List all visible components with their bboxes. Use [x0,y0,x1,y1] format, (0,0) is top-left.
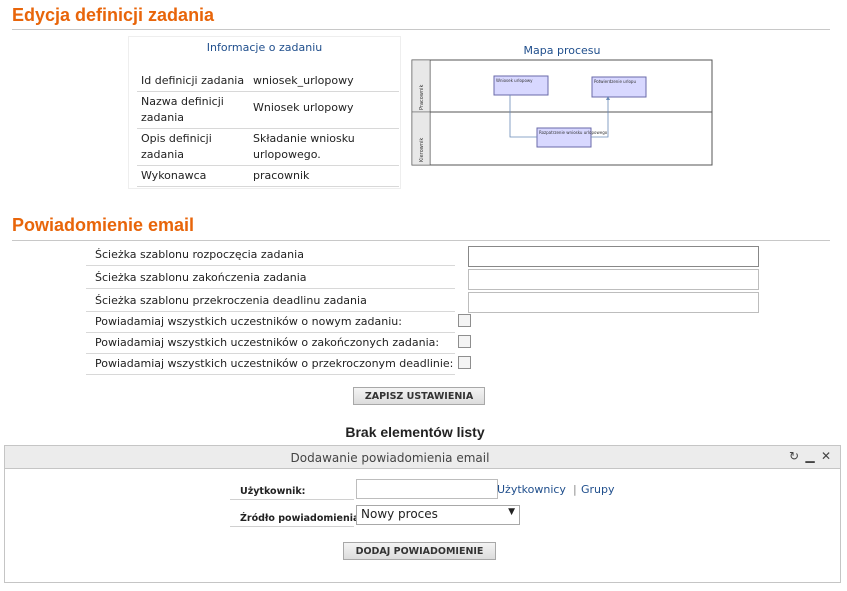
task-info-value: pracownik [249,165,399,187]
panel-header: Dodawanie powiadomienia email ↻ ▁ ✕ [5,446,840,469]
email-section-divider [12,240,830,241]
field-label: Ścieżka szablonu zakończenia zadania [95,271,307,284]
notify-finished-checkbox[interactable] [458,335,471,348]
field-label: Ścieżka szablonu rozpoczęcia zadania [95,248,304,261]
task-info-header: Informacje o zadaniu [206,41,323,54]
panel-tools: ↻ ▁ ✕ [786,449,834,463]
task-info-table: Id definicji zadania wniosek_urlopowy Na… [137,71,399,187]
task-info-row: Nazwa definicji zadania Wniosek urlopowy [137,91,399,129]
start-template-input[interactable] [468,246,759,267]
lane-label-bottom: Kierownik [419,138,425,162]
task-info-row: Opis definicji zadania Składanie wniosku… [137,128,399,166]
groups-link[interactable]: Grupy [581,483,615,496]
process-map-panel: Mapa procesu Pracownik Kierownik Wniosek… [410,40,714,181]
task-info-key: Opis definicji zadania [137,128,249,166]
field-label: Ścieżka szablonu przekroczenia deadlinu … [95,294,367,307]
task-info-panel: Informacje o zadaniu Id definicji zadani… [128,36,401,189]
process-node-potwierdzenie-label: Potwierdzenie urlopu [594,79,636,84]
task-info-key: Wykonawca [137,165,249,187]
source-select-value: Nowy proces [361,507,438,521]
deadline-template-input[interactable] [468,292,759,313]
process-node-wniosek-label: Wniosek urlopowy [496,78,533,83]
source-label: Źródło powiadomienia: [240,513,364,524]
task-info-value: wniosek_urlopowy [249,71,399,92]
link-separator: | [573,483,577,496]
form-row-notify-new: Powiadamiaj wszystkich uczestników o now… [86,310,455,333]
task-info-row: Id definicji zadania wniosek_urlopowy [137,71,399,92]
notify-deadline-checkbox[interactable] [458,356,471,369]
checkbox-label: Powiadamiaj wszystkich uczestników o prz… [95,357,454,370]
source-label-underline [230,526,354,527]
checkbox-label: Powiadamiaj wszystkich uczestników o zak… [95,336,440,349]
form-row-start-template: Ścieżka szablonu rozpoczęcia zadania [86,243,455,266]
checkbox-label: Powiadamiaj wszystkich uczestników o now… [95,315,402,328]
form-row-notify-finished: Powiadamiaj wszystkich uczestników o zak… [86,331,455,354]
list-empty-message: Brak elementów listy [345,424,485,440]
process-map-diagram[interactable]: Pracownik Kierownik Wniosek urlopowy Pot… [410,40,714,181]
task-info-key: Id definicji zadania [137,71,249,92]
process-node-rozpatrzenie-label: Rozpatrzenie wniosku urlopowego [539,130,608,135]
task-info-key: Nazwa definicji zadania [137,91,249,129]
notify-new-checkbox[interactable] [458,314,471,327]
form-row-deadline-template: Ścieżka szablonu przekroczenia deadlinu … [86,289,455,312]
form-row-notify-deadline: Powiadamiaj wszystkich uczestników o prz… [86,352,455,375]
user-input[interactable] [356,479,498,499]
source-select[interactable]: Nowy proces ▼ [356,505,520,525]
email-section-title: Powiadomienie email [12,215,195,235]
users-link[interactable]: Użytkownicy [497,483,566,496]
user-label: Użytkownik: [240,486,306,497]
user-label-underline [230,499,354,500]
task-info-value: Składanie wniosku urlopowego. [249,128,399,166]
minimize-icon[interactable]: ▁ [802,449,818,463]
task-info-value: Wniosek urlopowy [249,91,399,129]
panel-title: Dodawanie powiadomienia email [290,451,490,465]
close-icon[interactable]: ✕ [818,449,834,463]
lane-label-top: Pracownik [419,84,425,110]
end-template-input[interactable] [468,269,759,290]
save-settings-button[interactable]: ZAPISZ USTAWIENIA [353,387,485,405]
task-info-row: Wykonawca pracownik [137,165,399,187]
page-title: Edycja definicji zadania [12,5,215,25]
form-row-end-template: Ścieżka szablonu zakończenia zadania [86,266,455,289]
refresh-icon[interactable]: ↻ [786,449,802,463]
chevron-down-icon: ▼ [508,507,515,517]
add-notification-button[interactable]: DODAJ POWIADOMIENIE [343,542,496,560]
title-divider [12,29,830,30]
